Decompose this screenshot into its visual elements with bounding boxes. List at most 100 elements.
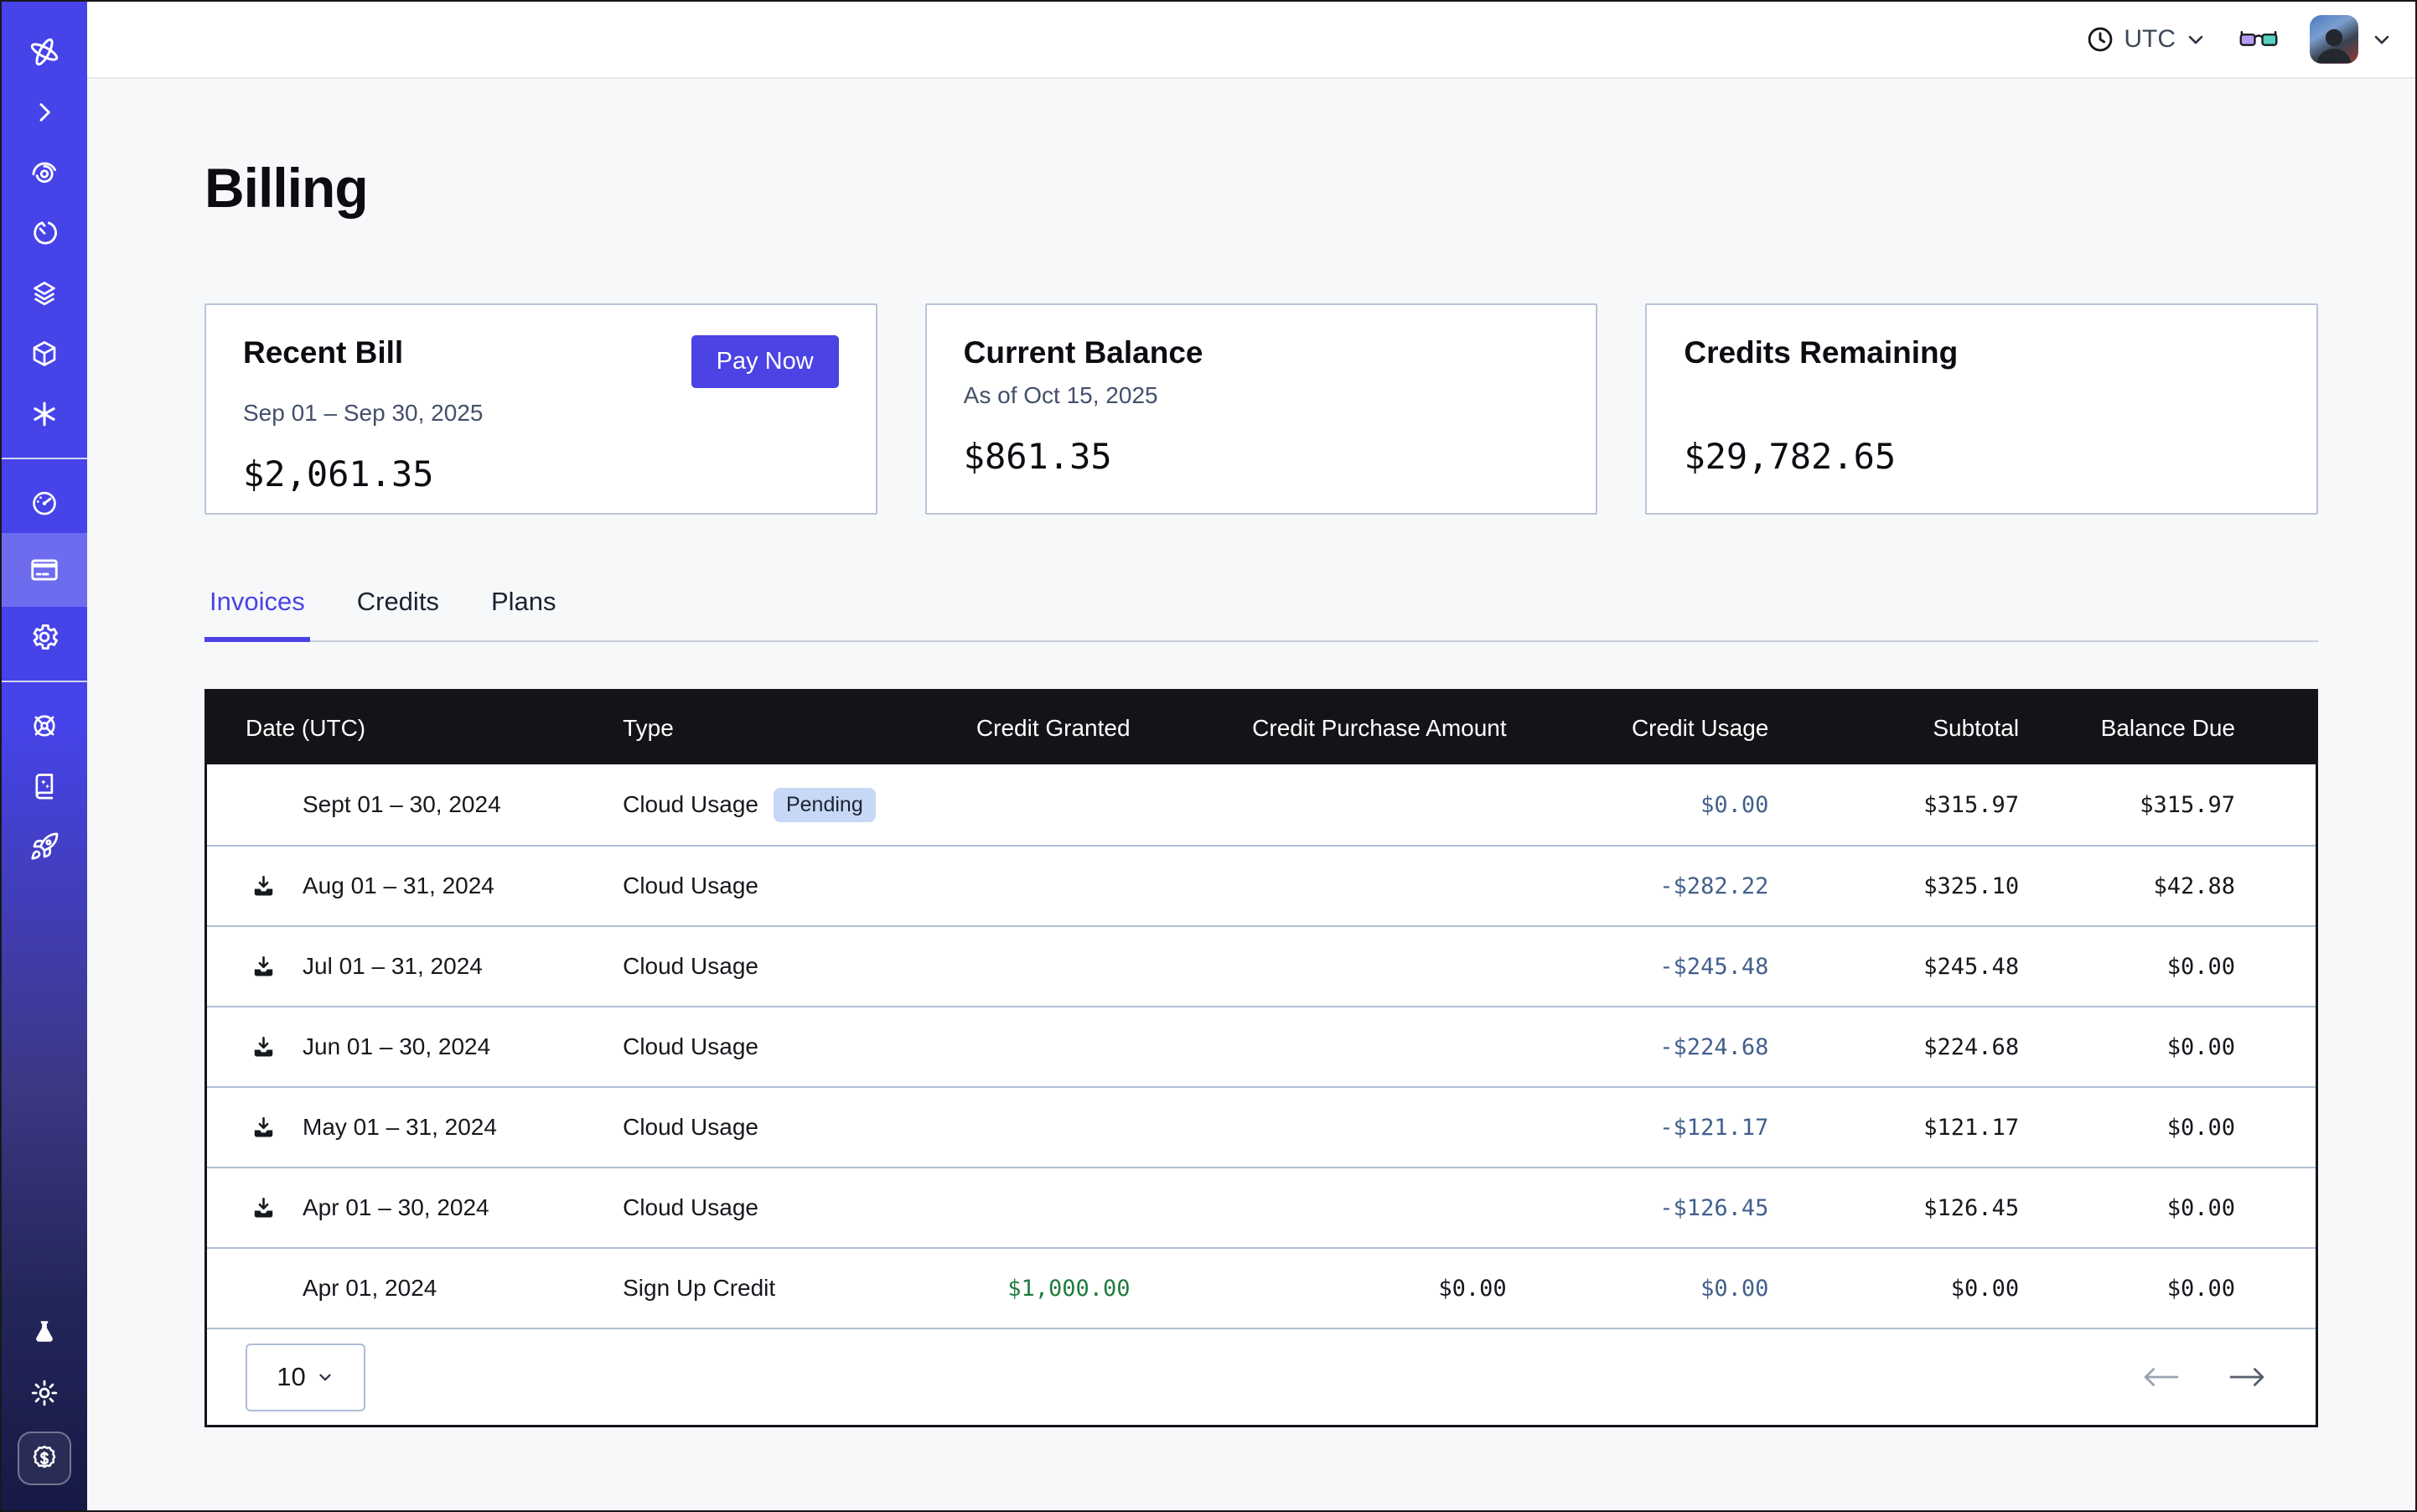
page-title: Billing [204, 156, 2318, 220]
invoice-type-cell: Cloud Usage [623, 1114, 915, 1141]
clock-icon [2085, 24, 2115, 54]
sidebar-divider [2, 681, 87, 682]
subtotal-value: $126.45 [1768, 1195, 2019, 1221]
invoice-type-cell: Sign Up Credit [623, 1275, 915, 1302]
table-row: Jul 01 – 31, 2024Cloud Usage-$245.48$245… [207, 925, 2316, 1006]
pricing-button[interactable] [18, 1432, 71, 1485]
timezone-selector[interactable]: UTC [2085, 24, 2207, 54]
helm-icon [29, 711, 60, 741]
column-header-date-utc-: Date (UTC) [246, 715, 623, 742]
sidebar-item-getting-started[interactable] [2, 816, 87, 877]
credit-purchase-value: $0.00 [1131, 1276, 1507, 1302]
next-page-button[interactable] [2228, 1366, 2265, 1388]
user-avatar [2310, 15, 2358, 64]
subtotal-value: $315.97 [1768, 792, 2019, 818]
sidebar-item-schedules[interactable] [2, 203, 87, 263]
sidebar-item-labs[interactable] [2, 1302, 87, 1363]
credit-usage-value: -$126.45 [1507, 1195, 1769, 1221]
recent-bill-card: Recent Bill Pay Now Sep 01 – Sep 30, 202… [204, 303, 877, 515]
asterisk-icon [29, 399, 60, 429]
download-invoice-button[interactable] [246, 954, 303, 980]
invoice-date-cell: Aug 01 – 31, 2024 [246, 873, 623, 899]
sidebar-collapse-toggle[interactable] [2, 82, 87, 142]
billing-period: Sep 01 – Sep 30, 2025 [243, 400, 839, 430]
sun-icon [29, 1378, 60, 1408]
sidebar-item-monitor[interactable] [2, 142, 87, 203]
page-size-value: 10 [277, 1362, 305, 1392]
column-header-credit-usage: Credit Usage [1507, 715, 1769, 742]
chevron-down-icon [2370, 28, 2394, 51]
credit-usage-value: -$282.22 [1507, 873, 1769, 899]
flask-icon [29, 1318, 60, 1348]
balance-due-value: $0.00 [2019, 1034, 2235, 1060]
download-icon [251, 873, 277, 899]
page-size-select[interactable]: 10 [246, 1344, 365, 1411]
user-menu[interactable] [2310, 15, 2394, 64]
invoice-type-label: Cloud Usage [623, 791, 758, 818]
app-logo[interactable] [2, 22, 87, 82]
balance-as-of-date: As of Oct 15, 2025 [964, 382, 1560, 412]
column-header-credit-granted: Credit Granted [915, 715, 1131, 742]
credit-usage-value: -$245.48 [1507, 954, 1769, 980]
arrow-left-icon [2143, 1366, 2180, 1388]
column-header-type: Type [623, 715, 915, 742]
tab-plans[interactable]: Plans [486, 587, 562, 642]
theme-toggle[interactable] [2, 1363, 87, 1423]
download-icon [251, 1115, 277, 1141]
sidebar-item-settings[interactable] [2, 607, 87, 667]
topbar: UTC [87, 2, 2415, 79]
pagination-controls [2143, 1366, 2265, 1388]
sidebar-item-billing[interactable] [2, 533, 87, 607]
sidebar-item-usage[interactable] [2, 473, 87, 533]
credits-remaining-card: Credits Remaining $29,782.65 [1645, 303, 2318, 515]
timezone-label: UTC [2124, 25, 2176, 54]
invoice-period: Apr 01 – 30, 2024 [303, 1194, 489, 1221]
credits-subtitle [1684, 382, 2280, 412]
credit-usage-value: $0.00 [1507, 792, 1769, 818]
balance-due-value: $0.00 [2019, 1276, 2235, 1302]
chevron-right-icon [31, 99, 58, 126]
table-row: Jun 01 – 30, 2024Cloud Usage-$224.68$224… [207, 1006, 2316, 1086]
download-icon [251, 1034, 277, 1060]
download-icon [251, 1195, 277, 1221]
current-balance-amount: $861.35 [964, 436, 1560, 477]
invoice-type-label: Cloud Usage [623, 1033, 758, 1060]
sidebar-item-deployments[interactable] [2, 324, 87, 384]
download-invoice-button[interactable] [246, 1115, 303, 1141]
table-row: Aug 01 – 31, 2024Cloud Usage-$282.22$325… [207, 845, 2316, 925]
invoice-type-cell: Cloud Usage Pending [623, 788, 915, 822]
balance-due-value: $0.00 [2019, 1115, 2235, 1141]
reader-mode-button[interactable] [2239, 28, 2278, 51]
invoice-type-label: Cloud Usage [623, 873, 758, 899]
billing-card-icon [28, 554, 60, 586]
pay-now-button[interactable]: Pay Now [691, 335, 839, 388]
sidebar-item-namespaces[interactable] [2, 263, 87, 324]
invoice-type-cell: Cloud Usage [623, 873, 915, 899]
status-badge: Pending [774, 788, 876, 822]
invoice-period: May 01 – 31, 2024 [303, 1114, 497, 1141]
subtotal-value: $224.68 [1768, 1034, 2019, 1060]
table-row: Apr 01, 2024Sign Up Credit$1,000.00$0.00… [207, 1247, 2316, 1328]
invoice-type-cell: Cloud Usage [623, 953, 915, 980]
chevron-down-icon [316, 1368, 334, 1386]
invoice-date-cell: Apr 01, 2024 [246, 1275, 623, 1302]
tab-invoices[interactable]: Invoices [204, 587, 310, 642]
table-row: Apr 01 – 30, 2024Cloud Usage-$126.45$126… [207, 1167, 2316, 1247]
cube-icon [29, 339, 60, 369]
sidebar-item-workers[interactable] [2, 696, 87, 756]
download-invoice-button[interactable] [246, 1195, 303, 1221]
download-invoice-button[interactable] [246, 873, 303, 899]
sidebar-item-nexus[interactable] [2, 384, 87, 444]
column-header-balance-due: Balance Due [2019, 715, 2235, 742]
prev-page-button[interactable] [2143, 1366, 2180, 1388]
sidebar [2, 2, 87, 1510]
card-title: Credits Remaining [1684, 335, 1958, 370]
download-invoice-button[interactable] [246, 1034, 303, 1060]
tab-credits[interactable]: Credits [352, 587, 444, 642]
chevron-down-icon [2184, 28, 2207, 51]
sidebar-item-docs[interactable] [2, 756, 87, 816]
app-window: UTC Billing [0, 0, 2417, 1512]
invoice-type-label: Cloud Usage [623, 953, 758, 980]
credits-remaining-amount: $29,782.65 [1684, 436, 2280, 477]
invoice-date-cell: Apr 01 – 30, 2024 [246, 1194, 623, 1221]
